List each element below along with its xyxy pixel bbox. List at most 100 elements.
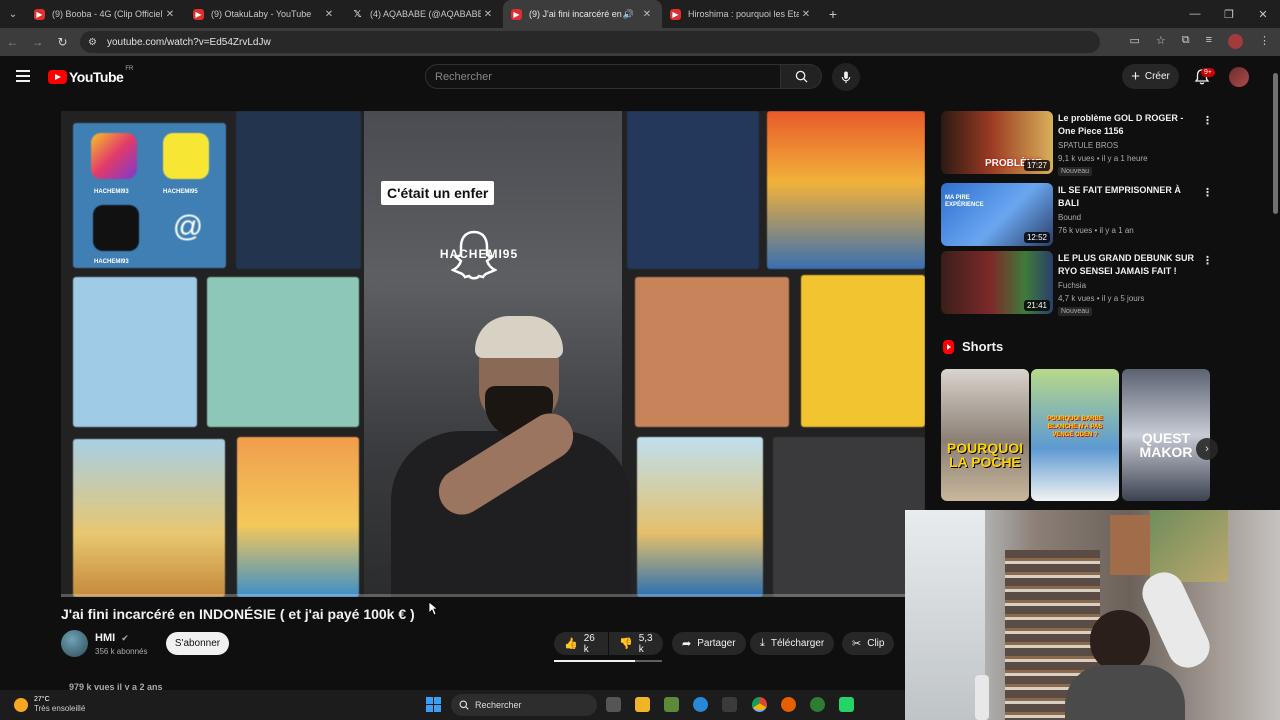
plus-icon: + — [1131, 68, 1140, 85]
tab-close-icon[interactable]: ✕ — [799, 9, 813, 20]
recommendation-channel: SPATULE BROS — [1058, 141, 1119, 150]
video-player[interactable]: @ HACHEMI93 HACHEMI95 HACHEMI93 C'était … — [61, 111, 925, 597]
back-arrow-icon[interactable]: ← — [0, 35, 25, 49]
thumbs-up-icon: 👍 — [564, 638, 578, 650]
windows-start-icon[interactable] — [426, 697, 441, 712]
whatsapp-icon[interactable] — [839, 697, 854, 712]
task-view-icon[interactable] — [606, 697, 621, 712]
thumbnail-tile — [236, 111, 361, 269]
bottle — [975, 675, 989, 720]
recommendation-item[interactable]: MA PIRE EXPÉRIENCE 12:52 IL SE FAIT EMPR… — [941, 183, 1213, 247]
snapchat-icon — [163, 133, 209, 179]
share-button[interactable]: ➦ Partager — [672, 632, 746, 655]
weather-widget[interactable]: 27°C Très ensoleillé — [14, 695, 85, 714]
recommendation-title: LE PLUS GRAND DEBUNK SUR RYO SENSEI JAMA… — [1058, 253, 1195, 276]
notification-badge: 9+ — [1201, 68, 1215, 77]
short-item[interactable]: POURQUOI BARBE BLANCHE N'A PAS VENGÉ ODE… — [1031, 369, 1119, 501]
search-placeholder: Rechercher — [435, 70, 492, 83]
browser-profile-avatar[interactable] — [1228, 34, 1243, 49]
more-options-icon[interactable]: ⋮ — [1202, 186, 1213, 199]
tab-title: (9) J'ai fini incarcéré en IND — [529, 9, 623, 19]
shorts-next-chevron-icon[interactable]: › — [1196, 438, 1218, 460]
short-item[interactable]: QUEST MAKOR — [1122, 369, 1210, 501]
like-button[interactable]: 👍 26 k — [554, 632, 608, 655]
recommendation-thumbnail: PROBLÈME 17:27 — [941, 111, 1053, 174]
short-thumbnail-text: POURQUOI BARBE BLANCHE N'A PAS VENGÉ ODE… — [1047, 416, 1103, 438]
new-badge: Nouveau — [1058, 307, 1093, 316]
media-control-icon[interactable]: ≡ — [1206, 34, 1212, 49]
tab-otakulaby[interactable]: ▶ (9) OtakuLaby - YouTube ✕ — [185, 0, 344, 28]
edge-icon[interactable] — [693, 697, 708, 712]
tab-hiroshima[interactable]: ▶ Hiroshima : pourquoi les Etats- ✕ — [662, 0, 821, 28]
share-label: Partager — [697, 638, 736, 649]
minimize-icon[interactable]: — — [1178, 8, 1212, 21]
sun-icon — [14, 697, 28, 712]
tab-close-icon[interactable]: ✕ — [640, 9, 654, 20]
more-options-icon[interactable]: ⋮ — [1202, 114, 1213, 127]
streamer-head — [1090, 610, 1150, 672]
url-field[interactable]: ⚙ youtube.com/watch?v=Ed54ZrvLdJw — [80, 31, 1100, 53]
mouse-cursor-icon — [428, 601, 438, 616]
tab-current-video[interactable]: ▶ (9) J'ai fini incarcéré en IND 🔊 ✕ — [503, 0, 662, 28]
voice-search-button[interactable] — [832, 63, 860, 91]
firefox-icon[interactable] — [781, 697, 796, 712]
channel-avatar[interactable] — [61, 630, 88, 657]
maximize-icon[interactable]: ❐ — [1212, 8, 1246, 21]
verified-check-icon: ✔ — [121, 633, 129, 643]
taskbar-search[interactable]: Rechercher — [451, 694, 597, 716]
dislike-button[interactable]: 👎 5,3 k — [609, 632, 663, 655]
youtube-logo[interactable]: YouTube FR — [48, 66, 133, 85]
search-input[interactable]: Rechercher — [425, 64, 781, 89]
bookmark-star-icon[interactable]: ☆ — [1156, 34, 1166, 49]
tab-close-icon[interactable]: ✕ — [322, 9, 336, 20]
recommendation-item[interactable]: PROBLÈME 17:27 Le problème GOL D ROGER -… — [941, 111, 1213, 176]
recommendation-item[interactable]: 21:41 LE PLUS GRAND DEBUNK SUR RYO SENSE… — [941, 251, 1213, 316]
tab-booba[interactable]: ▶ (9) Booba - 4G (Clip Officiel) - Y ✕ — [26, 0, 185, 28]
chrome-icon[interactable] — [752, 697, 767, 712]
more-options-icon[interactable]: ⋮ — [1202, 254, 1213, 267]
speaker-icon[interactable]: 🔊 — [623, 9, 634, 20]
thumbnail-tile — [627, 111, 759, 269]
video-title: J'ai fini incarcéré en INDONÉSIE ( et j'… — [61, 606, 415, 622]
tab-close-icon[interactable]: ✕ — [163, 9, 177, 20]
recommendation-thumbnail: 21:41 — [941, 251, 1053, 314]
browser-menu-icon[interactable]: ⋮ — [1259, 34, 1270, 49]
subscribe-button[interactable]: S'abonner — [166, 632, 229, 655]
create-button[interactable]: + Créer — [1122, 64, 1179, 89]
video-progress-bar[interactable] — [61, 594, 925, 597]
scrollbar-thumb[interactable] — [1273, 73, 1278, 214]
create-label: Créer — [1144, 71, 1170, 82]
new-tab-button[interactable]: + — [821, 6, 845, 22]
snapchat-handle: HACHEMI95 — [439, 247, 519, 261]
recommendation-channel: Fuchsia — [1058, 281, 1087, 290]
search-button[interactable] — [781, 64, 822, 89]
thumbnail-tile — [237, 437, 359, 597]
forward-arrow-icon[interactable]: → — [25, 35, 50, 49]
store-icon[interactable] — [722, 697, 737, 712]
tile-label: HACHEMI95 — [163, 189, 198, 195]
extensions-icon[interactable]: ⧉ — [1182, 34, 1190, 49]
clip-button[interactable]: ✂ Clip — [842, 632, 895, 655]
channel-name-text: HMI — [95, 632, 116, 644]
app-icon[interactable] — [810, 697, 825, 712]
channel-name[interactable]: HMI ✔ — [95, 632, 129, 644]
reload-icon[interactable]: ↻ — [50, 35, 75, 49]
youtube-icon: ▶ — [511, 8, 522, 20]
cast-icon[interactable]: ▭ — [1129, 34, 1139, 49]
youtube-icon: ▶ — [670, 8, 681, 20]
site-info-icon[interactable]: ⚙ — [88, 37, 97, 48]
tab-aqababe[interactable]: 𝕏 (4) AQABABE (@AQABABE_) / X ✕ — [344, 0, 503, 28]
account-avatar[interactable] — [1229, 67, 1249, 87]
short-item[interactable]: POURQUOI LA POCHE — [941, 369, 1029, 501]
recommendation-meta: 4,7 k vues • il y a 5 jours — [1058, 294, 1145, 303]
shorts-heading: Shorts — [943, 339, 1003, 354]
close-window-icon[interactable]: ✕ — [1246, 8, 1280, 21]
menu-hamburger-icon[interactable] — [16, 70, 30, 85]
tab-title: (9) Booba - 4G (Clip Officiel) - Y — [52, 9, 163, 19]
nvidia-icon[interactable] — [664, 697, 679, 712]
tab-close-icon[interactable]: ✕ — [481, 9, 495, 20]
download-button[interactable]: ⤓ Télécharger — [750, 632, 835, 655]
thumbnail-tile — [767, 111, 925, 269]
file-explorer-icon[interactable] — [635, 697, 650, 712]
tab-search-chevron-icon[interactable]: ⌄ — [0, 0, 26, 28]
